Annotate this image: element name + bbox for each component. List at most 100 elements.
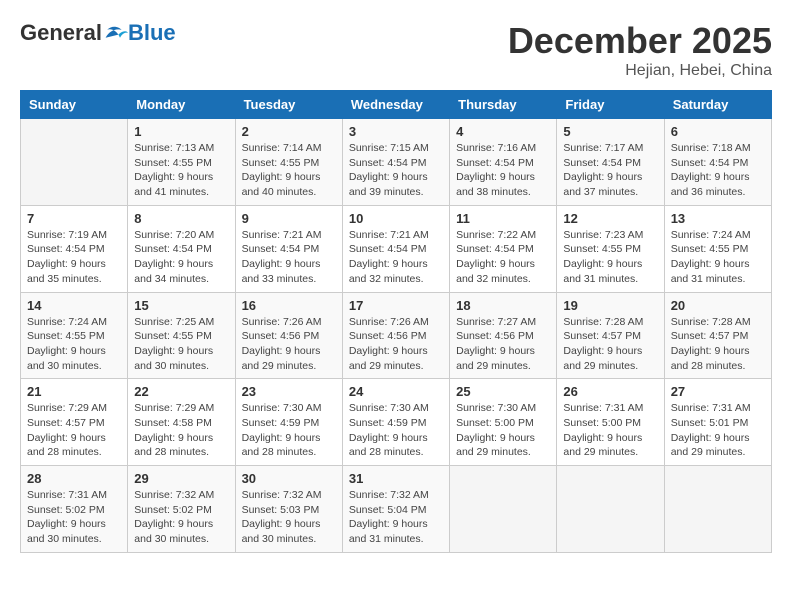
day-info: Sunrise: 7:30 AMSunset: 5:00 PMDaylight:… xyxy=(456,401,550,460)
day-number: 23 xyxy=(242,384,336,399)
day-info: Sunrise: 7:22 AMSunset: 4:54 PMDaylight:… xyxy=(456,228,550,287)
calendar-cell: 3 Sunrise: 7:15 AMSunset: 4:54 PMDaylight… xyxy=(342,119,449,206)
logo-bird-icon xyxy=(104,23,128,43)
day-number: 5 xyxy=(563,124,657,139)
calendar-cell: 25 Sunrise: 7:30 AMSunset: 5:00 PMDayligh… xyxy=(450,379,557,466)
calendar-header: SundayMondayTuesdayWednesdayThursdayFrid… xyxy=(21,91,772,119)
calendar-cell: 28 Sunrise: 7:31 AMSunset: 5:02 PMDayligh… xyxy=(21,466,128,553)
calendar-cell: 29 Sunrise: 7:32 AMSunset: 5:02 PMDayligh… xyxy=(128,466,235,553)
day-info: Sunrise: 7:25 AMSunset: 4:55 PMDaylight:… xyxy=(134,315,228,374)
day-info: Sunrise: 7:32 AMSunset: 5:03 PMDaylight:… xyxy=(242,488,336,547)
calendar-cell: 19 Sunrise: 7:28 AMSunset: 4:57 PMDayligh… xyxy=(557,292,664,379)
day-number: 17 xyxy=(349,298,443,313)
day-info: Sunrise: 7:20 AMSunset: 4:54 PMDaylight:… xyxy=(134,228,228,287)
weekday-header-sunday: Sunday xyxy=(21,91,128,119)
calendar-week-1: 1Sunrise: 7:13 AMSunset: 4:55 PMDaylight… xyxy=(21,119,772,206)
calendar-week-3: 14 Sunrise: 7:24 AMSunset: 4:55 PMDayligh… xyxy=(21,292,772,379)
day-info: Sunrise: 7:18 AMSunset: 4:54 PMDaylight:… xyxy=(671,141,765,200)
day-number: 21 xyxy=(27,384,121,399)
calendar-cell: 5 Sunrise: 7:17 AMSunset: 4:54 PMDaylight… xyxy=(557,119,664,206)
calendar-cell: 7 Sunrise: 7:19 AMSunset: 4:54 PMDaylight… xyxy=(21,205,128,292)
calendar-cell: 6Sunrise: 7:18 AMSunset: 4:54 PMDaylight… xyxy=(664,119,771,206)
calendar-week-5: 28 Sunrise: 7:31 AMSunset: 5:02 PMDayligh… xyxy=(21,466,772,553)
day-number: 30 xyxy=(242,471,336,486)
day-info: Sunrise: 7:30 AMSunset: 4:59 PMDaylight:… xyxy=(349,401,443,460)
weekday-header-tuesday: Tuesday xyxy=(235,91,342,119)
calendar-cell: 20Sunrise: 7:28 AMSunset: 4:57 PMDayligh… xyxy=(664,292,771,379)
calendar-cell: 18Sunrise: 7:27 AMSunset: 4:56 PMDayligh… xyxy=(450,292,557,379)
day-info: Sunrise: 7:13 AMSunset: 4:55 PMDaylight:… xyxy=(134,141,228,200)
calendar-cell: 9 Sunrise: 7:21 AMSunset: 4:54 PMDaylight… xyxy=(235,205,342,292)
day-number: 29 xyxy=(134,471,228,486)
day-info: Sunrise: 7:31 AMSunset: 5:02 PMDaylight:… xyxy=(27,488,121,547)
day-number: 28 xyxy=(27,471,121,486)
day-number: 2 xyxy=(242,124,336,139)
day-info: Sunrise: 7:28 AMSunset: 4:57 PMDaylight:… xyxy=(563,315,657,374)
calendar-cell: 12Sunrise: 7:23 AMSunset: 4:55 PMDayligh… xyxy=(557,205,664,292)
day-number: 25 xyxy=(456,384,550,399)
day-number: 8 xyxy=(134,211,228,226)
day-info: Sunrise: 7:21 AMSunset: 4:54 PMDaylight:… xyxy=(242,228,336,287)
day-number: 9 xyxy=(242,211,336,226)
day-number: 7 xyxy=(27,211,121,226)
calendar-cell: 24 Sunrise: 7:30 AMSunset: 4:59 PMDayligh… xyxy=(342,379,449,466)
calendar-cell: 14 Sunrise: 7:24 AMSunset: 4:55 PMDayligh… xyxy=(21,292,128,379)
day-info: Sunrise: 7:21 AMSunset: 4:54 PMDaylight:… xyxy=(349,228,443,287)
calendar-cell: 13 Sunrise: 7:24 AMSunset: 4:55 PMDayligh… xyxy=(664,205,771,292)
calendar-body: 1Sunrise: 7:13 AMSunset: 4:55 PMDaylight… xyxy=(21,119,772,553)
day-info: Sunrise: 7:17 AMSunset: 4:54 PMDaylight:… xyxy=(563,141,657,200)
calendar-cell: 21 Sunrise: 7:29 AMSunset: 4:57 PMDayligh… xyxy=(21,379,128,466)
logo-blue-text: Blue xyxy=(128,20,176,46)
logo-general-text: General xyxy=(20,20,102,46)
calendar-week-4: 21 Sunrise: 7:29 AMSunset: 4:57 PMDayligh… xyxy=(21,379,772,466)
day-info: Sunrise: 7:16 AMSunset: 4:54 PMDaylight:… xyxy=(456,141,550,200)
day-number: 14 xyxy=(27,298,121,313)
calendar-cell: 10 Sunrise: 7:21 AMSunset: 4:54 PMDayligh… xyxy=(342,205,449,292)
day-info: Sunrise: 7:19 AMSunset: 4:54 PMDaylight:… xyxy=(27,228,121,287)
day-info: Sunrise: 7:24 AMSunset: 4:55 PMDaylight:… xyxy=(671,228,765,287)
day-number: 19 xyxy=(563,298,657,313)
calendar-week-2: 7 Sunrise: 7:19 AMSunset: 4:54 PMDaylight… xyxy=(21,205,772,292)
day-info: Sunrise: 7:32 AMSunset: 5:04 PMDaylight:… xyxy=(349,488,443,547)
day-info: Sunrise: 7:26 AMSunset: 4:56 PMDaylight:… xyxy=(242,315,336,374)
day-number: 3 xyxy=(349,124,443,139)
day-number: 31 xyxy=(349,471,443,486)
day-info: Sunrise: 7:15 AMSunset: 4:54 PMDaylight:… xyxy=(349,141,443,200)
calendar-cell: 11Sunrise: 7:22 AMSunset: 4:54 PMDayligh… xyxy=(450,205,557,292)
calendar-cell: 23 Sunrise: 7:30 AMSunset: 4:59 PMDayligh… xyxy=(235,379,342,466)
day-number: 22 xyxy=(134,384,228,399)
day-info: Sunrise: 7:29 AMSunset: 4:58 PMDaylight:… xyxy=(134,401,228,460)
month-title: December 2025 xyxy=(508,20,772,62)
day-number: 24 xyxy=(349,384,443,399)
calendar-cell: 15 Sunrise: 7:25 AMSunset: 4:55 PMDayligh… xyxy=(128,292,235,379)
day-info: Sunrise: 7:24 AMSunset: 4:55 PMDaylight:… xyxy=(27,315,121,374)
calendar-cell xyxy=(450,466,557,553)
day-number: 18 xyxy=(456,298,550,313)
day-number: 13 xyxy=(671,211,765,226)
weekday-header-friday: Friday xyxy=(557,91,664,119)
day-number: 4 xyxy=(456,124,550,139)
weekday-header-saturday: Saturday xyxy=(664,91,771,119)
day-info: Sunrise: 7:31 AMSunset: 5:00 PMDaylight:… xyxy=(563,401,657,460)
calendar-cell: 26 Sunrise: 7:31 AMSunset: 5:00 PMDayligh… xyxy=(557,379,664,466)
day-info: Sunrise: 7:32 AMSunset: 5:02 PMDaylight:… xyxy=(134,488,228,547)
weekday-header-wednesday: Wednesday xyxy=(342,91,449,119)
calendar-cell xyxy=(21,119,128,206)
day-info: Sunrise: 7:30 AMSunset: 4:59 PMDaylight:… xyxy=(242,401,336,460)
calendar-cell xyxy=(557,466,664,553)
calendar-cell: 17 Sunrise: 7:26 AMSunset: 4:56 PMDayligh… xyxy=(342,292,449,379)
location-text: Hejian, Hebei, China xyxy=(508,62,772,80)
day-info: Sunrise: 7:29 AMSunset: 4:57 PMDaylight:… xyxy=(27,401,121,460)
day-number: 16 xyxy=(242,298,336,313)
title-block: December 2025 Hejian, Hebei, China xyxy=(508,20,772,80)
day-number: 26 xyxy=(563,384,657,399)
day-info: Sunrise: 7:26 AMSunset: 4:56 PMDaylight:… xyxy=(349,315,443,374)
weekday-header-thursday: Thursday xyxy=(450,91,557,119)
day-number: 15 xyxy=(134,298,228,313)
day-number: 10 xyxy=(349,211,443,226)
calendar-cell xyxy=(664,466,771,553)
calendar-cell: 2Sunrise: 7:14 AMSunset: 4:55 PMDaylight… xyxy=(235,119,342,206)
day-number: 12 xyxy=(563,211,657,226)
calendar-cell: 31 Sunrise: 7:32 AMSunset: 5:04 PMDayligh… xyxy=(342,466,449,553)
page-header: General Blue December 2025 Hejian, Hebei… xyxy=(20,20,772,80)
